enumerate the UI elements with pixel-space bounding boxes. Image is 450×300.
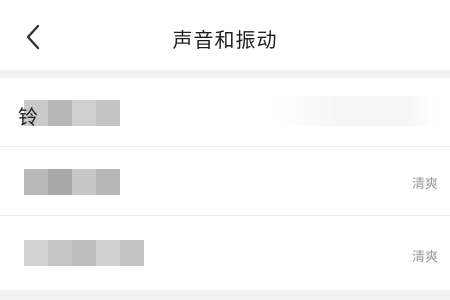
top-app-bar: 声音和振动 — [0, 0, 450, 70]
setting-label-blurred — [24, 169, 120, 195]
setting-row-alarm[interactable]: 清爽 — [0, 216, 450, 291]
setting-row-ringtone[interactable]: 铃 — [0, 78, 450, 147]
bottom-strip — [0, 290, 450, 300]
setting-value: 清爽 — [411, 250, 438, 265]
value-blurred — [276, 96, 436, 126]
setting-value: 清爽 — [411, 177, 438, 192]
setting-label-blurred: 铃 — [18, 100, 120, 129]
setting-label-blurred — [24, 240, 144, 266]
setting-label-visible-char: 铃 — [18, 105, 38, 129]
section-divider — [0, 70, 450, 78]
page-title: 声音和振动 — [172, 28, 278, 52]
setting-row-notification[interactable]: 清爽 — [0, 147, 450, 216]
settings-list: 铃 清爽 清爽 — [0, 78, 450, 291]
